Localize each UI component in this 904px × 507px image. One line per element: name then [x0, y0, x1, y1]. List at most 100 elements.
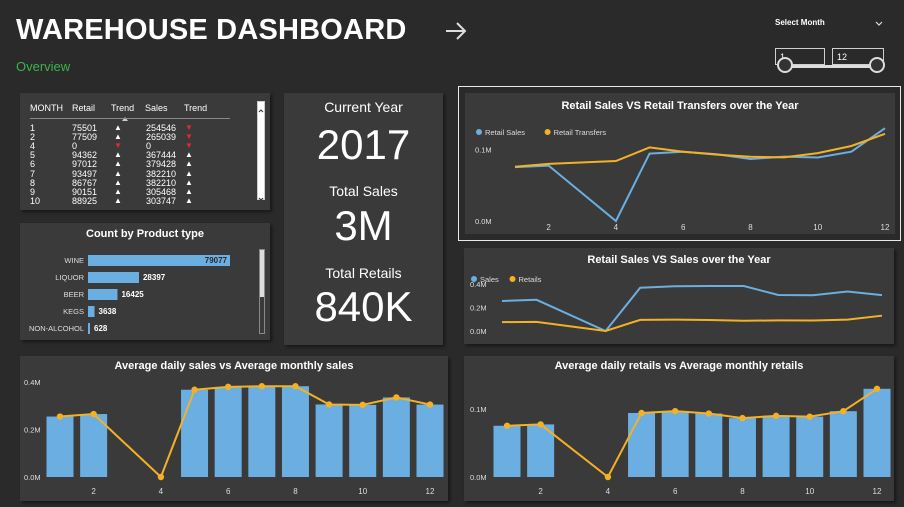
legend-label: Retails [519, 275, 542, 284]
bar [281, 386, 309, 477]
col-sales-trend[interactable]: Trend [184, 103, 207, 113]
category-label: WINE [64, 256, 84, 265]
bar [248, 386, 276, 477]
category-label: NON-ALCOHOL [29, 324, 84, 333]
line-point [772, 412, 780, 420]
page-title: WAREHOUSE DASHBOARD [16, 14, 407, 46]
x-tick-label: 12 [426, 487, 435, 496]
total-retails-label: Total Retails [325, 265, 402, 281]
bar [349, 404, 377, 477]
line-point [671, 407, 679, 415]
x-tick-label: 12 [881, 223, 890, 232]
scroll-up-icon[interactable] [258, 102, 264, 113]
bar [88, 272, 139, 283]
col-retail-trend[interactable]: Trend [111, 103, 134, 113]
bar [762, 415, 790, 477]
chevron-down-icon[interactable] [874, 16, 884, 26]
bar [382, 397, 410, 477]
x-tick-label: 8 [740, 487, 745, 496]
cell-sales-trend: ▲ [185, 195, 193, 205]
y-tick-label: 0.2M [24, 426, 41, 435]
cell-retail-trend: ▲ [114, 168, 122, 178]
retail-vs-transfers-card[interactable]: Retail Sales VS Retail Transfers over th… [458, 86, 901, 241]
col-sales[interactable]: Sales [145, 103, 168, 113]
cell-retail-trend: ▲ [114, 195, 122, 205]
line-point [873, 385, 881, 392]
retail-vs-sales-card: Retail Sales VS Sales over the Year 0.0M… [464, 248, 894, 344]
current-year-label: Current Year [324, 99, 403, 115]
retail-vs-transfers-inner: Retail Sales VS Retail Transfers over th… [465, 93, 895, 234]
line-point [638, 409, 645, 417]
cell-sales-trend: ▲ [185, 150, 193, 160]
cell-retail-trend: ▲ [114, 159, 122, 169]
line-point [393, 394, 400, 401]
line-point [157, 473, 165, 481]
legend-marker [509, 276, 516, 282]
x-tick-label: 4 [606, 487, 611, 496]
x-tick-label: 2 [546, 223, 551, 232]
legend-marker [471, 276, 477, 282]
category-label: LIQUOR [55, 273, 84, 282]
x-tick-label: 10 [813, 223, 822, 232]
col-retail[interactable]: Retail [72, 103, 95, 113]
bar [661, 411, 689, 477]
bar [829, 411, 857, 477]
bar [181, 389, 209, 477]
x-tick-label: 10 [805, 487, 814, 496]
bar [315, 404, 343, 477]
product-scrollbar[interactable] [259, 249, 265, 334]
legend-marker [476, 129, 482, 135]
slider-track[interactable] [784, 65, 878, 68]
x-tick-label: 6 [681, 223, 686, 232]
y-tick-label: 0.0M [470, 473, 487, 482]
cell-retail-trend: ▲ [114, 177, 122, 187]
x-tick-label: 8 [748, 223, 753, 232]
line-point [426, 401, 434, 408]
month-table: MONTH Retail Trend Sales Trend 1 75501 ▲ 25… [20, 93, 270, 210]
total-sales-label: Total Sales [329, 183, 398, 199]
product-bar-chart: WINE 79077 LIQUOR 28397 BEER 16425 KEGS 3638 NON… [29, 255, 230, 334]
cell-sales-trend: ▼ [185, 132, 193, 142]
data-label: 16425 [121, 290, 144, 299]
legend-label: Retail Sales [485, 128, 525, 137]
bar [796, 416, 824, 477]
cell-retail-trend: ▲ [114, 186, 122, 196]
cell-sales: 303747 [146, 195, 177, 206]
category-label: KEGS [63, 307, 84, 316]
bar [88, 289, 118, 300]
sort-indicator-icon [122, 113, 128, 121]
line-point [604, 473, 612, 481]
cell-sales-trend: ▲ [185, 177, 193, 187]
x-tick-label: 4 [159, 487, 164, 496]
bar [416, 404, 444, 477]
y-tick-label: 0.1M [475, 146, 492, 155]
table-scrollbar[interactable] [257, 101, 265, 201]
kpi-card: Current Year 2017 Total Sales 3M Total R… [284, 93, 443, 345]
avg-sales-chart: 0.0M 0.2M 0.4M 2 4 6 8 10 12 [24, 378, 444, 496]
y-tick-label: 0.2M [470, 303, 487, 312]
x-tick-label: 2 [538, 487, 543, 496]
cell-retail-trend: ▲ [114, 123, 122, 132]
product-type-card: Count by Product type WINE 79077 LIQUOR 283… [20, 223, 270, 340]
line-point [705, 410, 713, 417]
current-year-value: 2017 [316, 121, 411, 168]
slider-handle-start[interactable] [777, 57, 793, 73]
total-retails-value: 840K [314, 283, 413, 330]
scroll-down-icon[interactable] [258, 190, 264, 201]
line-point [840, 407, 847, 415]
cell-month: 10 [30, 195, 41, 206]
arrow-right-icon[interactable] [443, 18, 469, 44]
product-scroll-thumb[interactable] [260, 250, 264, 297]
header-divider [30, 118, 230, 119]
x-tick-label: 12 [873, 487, 882, 496]
cell-sales-trend: ▲ [185, 186, 193, 196]
slider-handle-end[interactable] [869, 57, 885, 73]
x-tick-label: 6 [673, 487, 678, 496]
line-point [325, 401, 333, 408]
legend-label: Retail Transfers [554, 128, 607, 137]
legend-marker [544, 129, 551, 135]
y-tick-label: 0.0M [470, 327, 487, 336]
series-line-retail-sales [514, 127, 886, 223]
line-point [191, 386, 198, 393]
col-month[interactable]: MONTH [30, 103, 63, 113]
